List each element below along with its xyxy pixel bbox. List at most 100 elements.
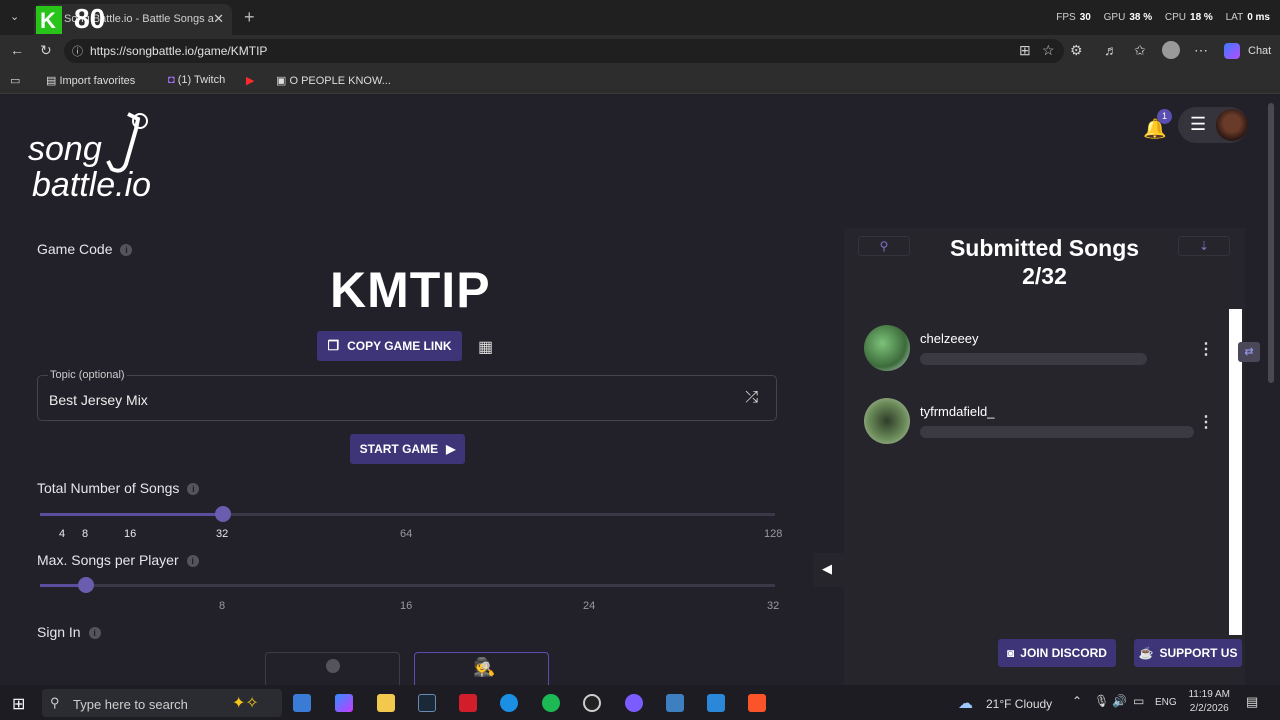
- favorite-star-icon[interactable]: ☆: [1042, 42, 1055, 59]
- volume-icon[interactable]: 🔊: [1112, 694, 1127, 708]
- sparkle-icon: ✦✧: [232, 695, 259, 712]
- sidebar-icon[interactable]: ♬: [1104, 42, 1118, 58]
- max-songs-label: Max. Songs per Player i: [37, 552, 199, 568]
- player-name: tyfrmdafield_: [920, 404, 995, 419]
- weather-cloud-icon: ☁: [958, 695, 973, 712]
- browser-tab[interactable]: Song Battle.io - Battle Songs against ✕: [34, 4, 232, 35]
- browser-tab-bar: ⌄ Song Battle.io - Battle Songs against …: [0, 0, 1280, 35]
- copy-game-link-label: COPY GAME LINK: [347, 339, 452, 353]
- submitted-songs-title: Submitted Songs 2/32: [844, 234, 1245, 290]
- bookmark-people-know[interactable]: ▣ O PEOPLE KNOW...: [276, 74, 391, 87]
- app-icon[interactable]: ⊞: [1019, 42, 1031, 59]
- bookmarks-toggle-icon[interactable]: ▭: [10, 74, 20, 87]
- brave-icon[interactable]: [748, 694, 766, 712]
- song-placeholder-bar: [920, 353, 1147, 365]
- bookmark-twitch[interactable]: ◘ (1) Twitch: [168, 74, 225, 86]
- total-songs-slider-thumb[interactable]: [215, 506, 231, 522]
- game-code-label-text: Game Code: [37, 241, 113, 257]
- topic-input[interactable]: Best Jersey Mix: [49, 392, 148, 408]
- lat-value: 0 ms: [1247, 12, 1270, 23]
- file-explorer-icon[interactable]: [377, 694, 395, 712]
- max-songs-tick: 24: [583, 600, 596, 612]
- copilot-icon[interactable]: [1224, 43, 1240, 59]
- tab-list-icon[interactable]: ⌄: [10, 10, 19, 23]
- sign-in-label-text: Sign In: [37, 624, 81, 640]
- total-songs-label-text: Total Number of Songs: [37, 480, 180, 496]
- player-row: chelzeeey ⋮: [844, 325, 1224, 385]
- total-songs-tick: 8: [82, 528, 89, 540]
- bookmark-label: O PEOPLE KNOW...: [289, 75, 391, 87]
- game-code-label: Game Code i: [37, 241, 133, 257]
- qr-code-icon[interactable]: ▦: [478, 337, 493, 357]
- store-icon[interactable]: [293, 694, 311, 712]
- songbattle-page: song battle.io 🔔 1 ☰ Game Code i KMTIP ❐ C…: [0, 95, 1280, 685]
- extensions-icon[interactable]: ⚙: [1070, 42, 1083, 59]
- discord-taskbar-icon[interactable]: [625, 694, 643, 712]
- max-songs-tick: 16: [400, 600, 413, 612]
- hamburger-menu-icon: ☰: [1190, 114, 1207, 134]
- bookmark-import-favorites[interactable]: ▤ Import favorites: [46, 74, 135, 87]
- translate-icon[interactable]: ⇄: [1238, 342, 1260, 362]
- back-icon[interactable]: ←: [10, 42, 24, 58]
- more-icon[interactable]: ⋯: [1194, 42, 1208, 59]
- app-window-icon[interactable]: [666, 694, 684, 712]
- obs-icon[interactable]: [583, 694, 601, 712]
- windows-start-icon[interactable]: ⊞: [12, 694, 25, 714]
- start-game-button[interactable]: START GAME ▶: [350, 434, 465, 464]
- page-scrollbar[interactable]: [1268, 103, 1274, 383]
- topic-field[interactable]: Topic (optional) Best Jersey Mix ⤮: [37, 369, 777, 421]
- support-us-button[interactable]: ☕ SUPPORT US: [1134, 639, 1242, 667]
- favorites-icon[interactable]: ✩: [1134, 42, 1146, 59]
- search-placeholder: Type here to search: [73, 697, 188, 712]
- edge-icon[interactable]: [500, 694, 518, 712]
- total-songs-tick: 4: [59, 528, 66, 540]
- site-info-icon[interactable]: ⓘ: [72, 43, 83, 59]
- songbattle-logo[interactable]: song battle.io: [28, 112, 151, 203]
- total-songs-tick: 128: [764, 528, 783, 540]
- max-songs-slider-track[interactable]: [40, 584, 775, 587]
- refresh-icon[interactable]: ↻: [40, 42, 52, 59]
- info-icon[interactable]: i: [88, 627, 101, 640]
- fps-value: 30: [1079, 12, 1091, 23]
- bookmark-label: Import favorites: [59, 75, 136, 87]
- twitch-icon: ◘: [168, 74, 175, 86]
- address-bar[interactable]: ⓘ https://songbattle.io/game/KMTIP ⊞ ☆: [64, 39, 1064, 63]
- f-app-icon[interactable]: [707, 694, 725, 712]
- sign-in-label: Sign In i: [37, 624, 101, 640]
- join-discord-button[interactable]: ◙ JOIN DISCORD: [998, 639, 1116, 667]
- profile-avatar[interactable]: [1162, 41, 1180, 59]
- language-indicator[interactable]: ENG: [1155, 697, 1177, 708]
- submitted-songs-panel: ⚲ ⇣ Submitted Songs 2/32 chelzeeey ⋮ tyf…: [844, 228, 1245, 685]
- more-options-icon[interactable]: ⋮: [1198, 339, 1214, 359]
- collapse-panel-toggle[interactable]: ◀: [813, 553, 844, 587]
- copy-game-link-button[interactable]: ❐ COPY GAME LINK: [317, 331, 462, 361]
- steam-icon[interactable]: [418, 694, 436, 712]
- max-songs-slider-thumb[interactable]: [78, 577, 94, 593]
- new-tab-icon[interactable]: +: [244, 7, 255, 28]
- youtube-icon[interactable]: ▶: [246, 74, 254, 87]
- search-icon: ⚲: [50, 695, 60, 710]
- system-clock[interactable]: 11:19 AM 2/2/2026: [1188, 688, 1230, 716]
- user-menu[interactable]: ☰: [1178, 107, 1248, 143]
- wps-icon[interactable]: [459, 694, 477, 712]
- notification-center-icon[interactable]: ▤: [1246, 694, 1258, 710]
- info-icon[interactable]: i: [187, 483, 200, 496]
- network-icon[interactable]: ▭: [1133, 694, 1144, 708]
- sign-in-anonymous-option[interactable]: 🕵: [414, 652, 549, 685]
- chat-label[interactable]: Chat: [1248, 45, 1271, 57]
- user-icon: [326, 659, 340, 673]
- more-options-icon[interactable]: ⋮: [1198, 412, 1214, 432]
- player-avatar: [864, 398, 910, 444]
- tray-expand-icon[interactable]: ⌃: [1072, 694, 1082, 708]
- weather-text[interactable]: 21°F Cloudy: [986, 697, 1052, 711]
- copilot-taskbar-icon[interactable]: [335, 694, 353, 712]
- shuffle-icon[interactable]: ⤮: [745, 389, 758, 407]
- sign-in-account-option[interactable]: [265, 652, 400, 685]
- spotify-icon[interactable]: [542, 694, 560, 712]
- info-icon[interactable]: i: [120, 244, 133, 257]
- taskbar-search[interactable]: ⚲ Type here to search ✦✧: [42, 689, 282, 717]
- info-icon[interactable]: i: [186, 555, 199, 568]
- performance-overlay: FPS 30 GPU 38 % CPU 18 % LAT 0 ms: [1056, 12, 1270, 23]
- close-tab-icon[interactable]: ✕: [213, 11, 224, 27]
- mic-icon[interactable]: 🎙: [1094, 694, 1109, 708]
